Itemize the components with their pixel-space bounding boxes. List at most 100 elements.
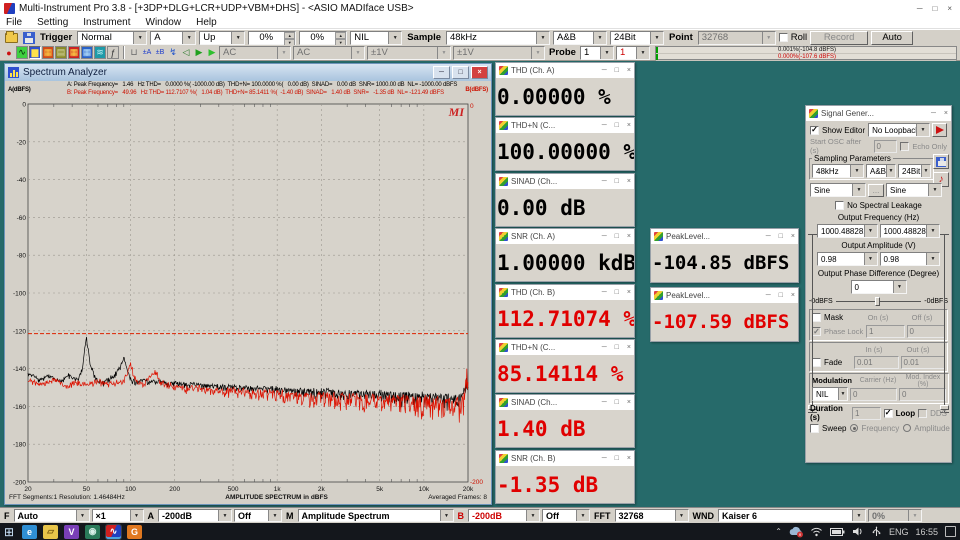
app-close-button[interactable]: × (947, 4, 952, 13)
run-icon[interactable]: ▶ (193, 46, 205, 59)
run-generator-icon[interactable]: ▶ (206, 46, 218, 59)
sampling-channels-select[interactable]: A&B▼ (553, 31, 607, 45)
close-button[interactable]: × (944, 110, 948, 117)
phase-difference-select[interactable]: 0▼ (851, 280, 907, 294)
record-icon[interactable]: ● (3, 46, 15, 59)
close-button[interactable]: × (791, 233, 795, 240)
minimize-button[interactable]: ─ (602, 289, 607, 296)
oscilloscope-icon[interactable]: ∿ (16, 46, 28, 59)
minimize-button[interactable]: ─ (602, 122, 607, 129)
close-button[interactable]: × (627, 178, 631, 185)
sampling-bits-select[interactable]: 24Bit▼ (610, 31, 664, 45)
fft-size-select[interactable]: 32768▼ (615, 509, 689, 522)
probe-wrench-icon[interactable]: ↯ (167, 46, 179, 59)
close-button[interactable]: × (627, 455, 631, 462)
meter-titlebar[interactable]: THD+N (C...─□× (496, 340, 634, 355)
spectrum-analyzer-icon[interactable]: ▆ (29, 46, 41, 59)
waveform-b-select[interactable]: Sine▼ (886, 183, 942, 197)
lcr-meter-icon[interactable]: ≋ (94, 46, 106, 59)
fade-checkbox[interactable]: Fade (812, 358, 852, 367)
taskbar-folder-icon[interactable]: ▱ (43, 525, 58, 539)
show-editor-checkbox[interactable]: Show Editor (810, 126, 865, 135)
probe-a-select[interactable]: 1▼ (580, 46, 614, 60)
chevron-down-icon[interactable]: ▼ (762, 32, 775, 44)
menu-window[interactable]: Window (146, 17, 182, 28)
meter-titlebar[interactable]: THD (Ch. A)─□× (496, 63, 634, 78)
chevron-down-icon[interactable]: ▼ (218, 510, 231, 521)
close-button[interactable]: × (791, 292, 795, 299)
overlap-select[interactable]: 0%▼ (868, 509, 922, 522)
close-button[interactable]: × (627, 399, 631, 406)
trigger-rejection-select[interactable]: NIL▼ (350, 31, 402, 45)
meter-titlebar[interactable]: THD (Ch. B)─□× (496, 285, 634, 300)
maximize-button[interactable]: □ (615, 67, 619, 74)
chevron-down-icon[interactable]: ▼ (852, 510, 865, 521)
record-button[interactable]: Record (810, 31, 868, 45)
taskbar-g-icon[interactable]: G (127, 525, 142, 539)
mod-index-input[interactable]: 0 (899, 388, 946, 401)
auto-button[interactable]: Auto (871, 31, 913, 45)
start-osc-input[interactable]: 0 (874, 140, 898, 153)
minimize-button[interactable]: ─ (433, 66, 450, 79)
chevron-down-icon[interactable]: ▼ (593, 32, 606, 44)
minimize-button[interactable]: ─ (602, 344, 607, 351)
maximize-button[interactable]: □ (615, 178, 619, 185)
meter-titlebar[interactable]: SINAD (Ch...─□× (496, 395, 634, 410)
sound-card-calibration-icon[interactable]: ⊔ (128, 46, 140, 59)
maximize-button[interactable]: □ (615, 344, 619, 351)
close-button[interactable]: × (627, 289, 631, 296)
signal-generator-titlebar[interactable]: Signal Gener... ─ × (806, 106, 951, 121)
chevron-down-icon[interactable]: ▼ (268, 510, 281, 521)
more-waveform-button[interactable]: ... (868, 184, 884, 197)
frequency-b-select[interactable]: 1000.488281▼ (880, 224, 941, 238)
chevron-down-icon[interactable]: ▼ (600, 47, 613, 59)
spectrum-3d-plot-icon[interactable]: ▤ (55, 46, 67, 59)
device-test-plan-icon[interactable]: ▦ (81, 46, 93, 59)
chevron-down-icon[interactable]: ▼ (650, 32, 663, 44)
minimize-button[interactable]: ─ (602, 67, 607, 74)
chevron-down-icon[interactable]: ▼ (636, 47, 649, 59)
phase-lock-on-input[interactable]: 1 (866, 325, 905, 338)
spin-up-icon[interactable]: ▲ (335, 32, 346, 39)
chevron-down-icon[interactable]: ▼ (351, 47, 364, 59)
trigger-level-spin[interactable]: 0%▲▼ (248, 31, 296, 45)
chevron-down-icon[interactable]: ▼ (526, 510, 539, 521)
dds-checkbox[interactable]: DDS (918, 409, 947, 418)
waveform-a-select[interactable]: Sine▼ (810, 183, 866, 197)
multimeter-icon[interactable]: ▦ (42, 46, 54, 59)
frequency-range-select[interactable]: Auto▼ (14, 509, 90, 522)
minimize-button[interactable]: ─ (766, 292, 771, 299)
fade-out-input[interactable]: 0.01 (901, 356, 946, 369)
chevron-down-icon[interactable]: ▼ (576, 510, 589, 521)
derived-data-point-icon[interactable]: ƒ (107, 46, 119, 59)
sweep-frequency-radio[interactable]: Frequency (850, 424, 899, 433)
coupling-b-select[interactable]: AC▼ (293, 46, 365, 60)
app-restore-button[interactable]: □ (932, 4, 937, 13)
balance-slider[interactable] (836, 297, 922, 306)
channel-a-shift-select[interactable]: Off▼ (234, 509, 282, 522)
chevron-down-icon[interactable]: ▼ (437, 47, 450, 59)
trigger-source-select[interactable]: A▼ (150, 31, 196, 45)
offset-b-icon[interactable]: ±B (154, 46, 166, 59)
probe-b-select[interactable]: 1▼ (616, 46, 650, 60)
save-file-icon[interactable] (23, 32, 35, 44)
chevron-down-icon[interactable]: ▼ (440, 510, 453, 521)
battery-icon[interactable] (830, 527, 845, 537)
duration-input[interactable]: 1 (852, 407, 881, 420)
sweep-amplitude-radio[interactable]: Amplitude (903, 424, 950, 433)
chevron-down-icon[interactable]: ▼ (133, 32, 146, 44)
minimize-button[interactable]: ─ (931, 110, 936, 117)
minimize-button[interactable]: ─ (766, 233, 771, 240)
mask-checkbox[interactable]: Mask (812, 313, 856, 322)
minimize-button[interactable]: ─ (602, 178, 607, 185)
maximize-button[interactable]: □ (615, 455, 619, 462)
onedrive-icon[interactable]: × (789, 526, 803, 538)
menu-file[interactable]: File (6, 17, 22, 28)
chevron-down-icon[interactable]: ▼ (76, 510, 89, 521)
trigger-edge-select[interactable]: Up▼ (199, 31, 245, 45)
meter-titlebar[interactable]: SINAD (Ch...─□× (496, 174, 634, 189)
carrier-input[interactable]: 0 (850, 388, 897, 401)
amplitude-a-select[interactable]: 0.98▼ (817, 252, 878, 266)
chevron-down-icon[interactable]: ▼ (675, 510, 688, 521)
maximize-button[interactable]: □ (615, 233, 619, 240)
